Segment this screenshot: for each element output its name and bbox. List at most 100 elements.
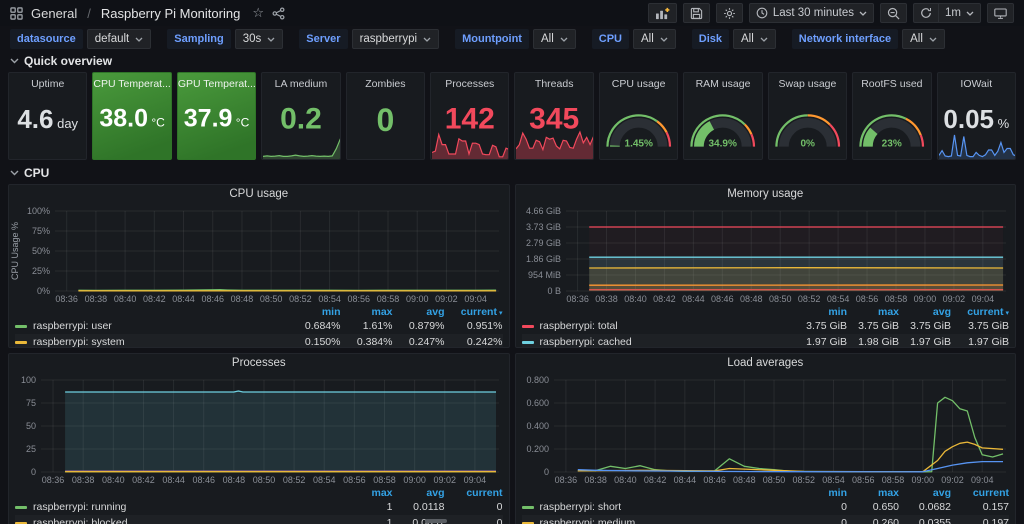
time-range-picker[interactable]: Last 30 minutes — [749, 3, 874, 23]
chart-plot-area[interactable]: 025507510008:3608:3808:4008:4208:4408:46… — [9, 372, 509, 486]
gauge: 23% — [853, 99, 930, 157]
svg-text:08:52: 08:52 — [792, 475, 815, 485]
legend-sort-min[interactable]: min — [289, 306, 341, 318]
svg-text:08:56: 08:56 — [851, 475, 874, 485]
stat-panel-title[interactable]: Processes — [431, 78, 508, 90]
save-dashboard-button[interactable] — [683, 3, 710, 23]
legend-sort-max[interactable]: max — [847, 487, 899, 499]
svg-text:08:44: 08:44 — [162, 475, 185, 485]
legend-row: raspberrypi: total3.75 GiB3.75 GiB3.75 G… — [522, 318, 1010, 334]
legend-series-toggle[interactable]: raspberrypi: running — [15, 501, 341, 513]
legend-series-toggle[interactable]: raspberrypi: blocked — [15, 517, 341, 524]
legend-sort-current[interactable]: current — [445, 487, 503, 499]
legend-series-toggle[interactable]: raspberrypi: short — [522, 501, 796, 513]
variable-value-dropdown[interactable]: All — [733, 29, 776, 49]
stat-panel-title[interactable]: Swap usage — [769, 78, 846, 90]
legend-sort-current[interactable]: current — [951, 487, 1009, 499]
variable-network-interface: Network interfaceAll — [792, 29, 945, 49]
legend-sort-max[interactable]: max — [341, 306, 393, 318]
series-swatch — [522, 325, 534, 328]
legend-sort-current[interactable]: current▾ — [445, 306, 503, 318]
chart-plot-area[interactable]: 0 B954 MiB1.86 GiB2.79 GiB3.73 GiB4.66 G… — [516, 203, 1016, 305]
stat-panel-title[interactable]: LA medium — [262, 78, 339, 90]
add-panel-button[interactable] — [648, 3, 677, 23]
stat-panel-title[interactable]: Threads — [515, 78, 592, 90]
svg-text:0 B: 0 B — [547, 286, 561, 296]
favorite-star-icon[interactable]: ☆ — [252, 5, 264, 21]
legend-sort-max[interactable]: max — [847, 306, 899, 318]
time-range-label: Last 30 minutes — [773, 7, 854, 19]
legend-value: 0.247% — [393, 336, 445, 347]
legend-sort-current[interactable]: current▾ — [951, 306, 1009, 318]
stat-panel-title[interactable]: CPU usage — [600, 78, 677, 90]
stat-panel-title[interactable]: RAM usage — [684, 78, 761, 90]
svg-text:0: 0 — [31, 467, 36, 477]
panel-title[interactable]: Load averages — [516, 354, 1016, 372]
svg-text:09:02: 09:02 — [433, 475, 456, 485]
svg-text:08:50: 08:50 — [253, 475, 276, 485]
scrollbar-thumb[interactable] — [425, 519, 447, 523]
series-swatch — [522, 506, 534, 509]
legend-sort-avg[interactable]: avg — [393, 306, 445, 318]
kiosk-mode-button[interactable] — [987, 3, 1014, 23]
refresh-interval-label: 1m — [945, 7, 961, 19]
zoom-out-button[interactable] — [880, 3, 907, 23]
chart-plot-area[interactable]: 00.2000.4000.6000.80008:3608:3808:4008:4… — [516, 372, 1016, 486]
legend-series-toggle[interactable]: raspberrypi: cached — [522, 336, 796, 347]
breadcrumb-separator: / — [87, 6, 91, 21]
row-title: CPU — [24, 166, 49, 180]
refresh-button[interactable] — [913, 3, 938, 23]
stat-panel-title[interactable]: RootFS used — [853, 78, 930, 90]
charts-grid: CPU usage0%25%50%75%100%08:3608:3808:400… — [0, 184, 1024, 524]
variable-value-dropdown[interactable]: default — [87, 29, 152, 49]
legend-series-toggle[interactable]: raspberrypi: total — [522, 320, 796, 332]
dashboard-settings-button[interactable] — [716, 3, 743, 23]
apps-grid-icon[interactable] — [10, 7, 23, 20]
svg-text:09:00: 09:00 — [406, 294, 429, 304]
stat-panel-title[interactable]: Zombies — [347, 78, 424, 90]
collapse-chevron-icon — [10, 58, 19, 64]
legend-sort-max[interactable]: max — [341, 487, 393, 499]
legend-value: 0.197 — [951, 517, 1009, 524]
stat-panel-title[interactable]: CPU Temperat... — [93, 78, 170, 90]
legend-sort-min[interactable]: min — [795, 306, 847, 318]
chart-plot-area[interactable]: 0%25%50%75%100%08:3608:3808:4008:4208:44… — [9, 203, 509, 305]
svg-text:0.800: 0.800 — [526, 375, 549, 385]
stat-panel-title[interactable]: IOWait — [938, 78, 1015, 90]
stat-value: 0.2 — [262, 105, 339, 135]
svg-text:08:38: 08:38 — [584, 475, 607, 485]
legend-series-toggle[interactable]: raspberrypi: user — [15, 320, 289, 332]
stat-panel-title[interactable]: Uptime — [9, 78, 86, 90]
svg-text:08:36: 08:36 — [566, 294, 589, 304]
legend-series-toggle[interactable]: raspberrypi: medium — [522, 517, 796, 524]
variable-value-dropdown[interactable]: All — [902, 29, 945, 49]
stat-panel-title[interactable]: GPU Temperat... — [178, 78, 255, 90]
legend-sort-min[interactable]: min — [795, 487, 847, 499]
panel-title[interactable]: Processes — [9, 354, 509, 372]
refresh-interval-dropdown[interactable]: 1m — [938, 3, 981, 23]
variable-label: datasource — [10, 29, 83, 49]
stat-panel-swap-usage: Swap usage0% — [768, 72, 847, 160]
svg-text:08:40: 08:40 — [614, 475, 637, 485]
legend-sort-avg[interactable]: avg — [393, 487, 445, 499]
legend-series-toggle[interactable]: raspberrypi: system — [15, 336, 289, 347]
panel-title[interactable]: Memory usage — [516, 185, 1016, 203]
legend-sort-avg[interactable]: avg — [899, 306, 951, 318]
panel-title[interactable]: CPU usage — [9, 185, 509, 203]
share-icon[interactable] — [272, 7, 285, 20]
variable-value-dropdown[interactable]: 30s — [235, 29, 284, 49]
legend-sort-avg[interactable]: avg — [899, 487, 951, 499]
variable-label: Mountpoint — [455, 29, 529, 49]
legend-value: 0 — [445, 517, 503, 524]
svg-text:08:58: 08:58 — [373, 475, 396, 485]
svg-text:09:00: 09:00 — [403, 475, 426, 485]
variable-value-dropdown[interactable]: All — [533, 29, 576, 49]
row-header-quick-overview[interactable]: Quick overview — [0, 53, 1024, 69]
legend-value: 0.242% — [445, 336, 503, 347]
svg-text:08:36: 08:36 — [55, 294, 78, 304]
row-header-cpu[interactable]: CPU — [0, 165, 1024, 181]
dashboard-title[interactable]: Raspberry Pi Monitoring — [101, 6, 240, 21]
breadcrumb-section[interactable]: General — [31, 6, 77, 21]
variable-value-dropdown[interactable]: All — [633, 29, 676, 49]
variable-value-dropdown[interactable]: raspberrypi — [352, 29, 440, 49]
